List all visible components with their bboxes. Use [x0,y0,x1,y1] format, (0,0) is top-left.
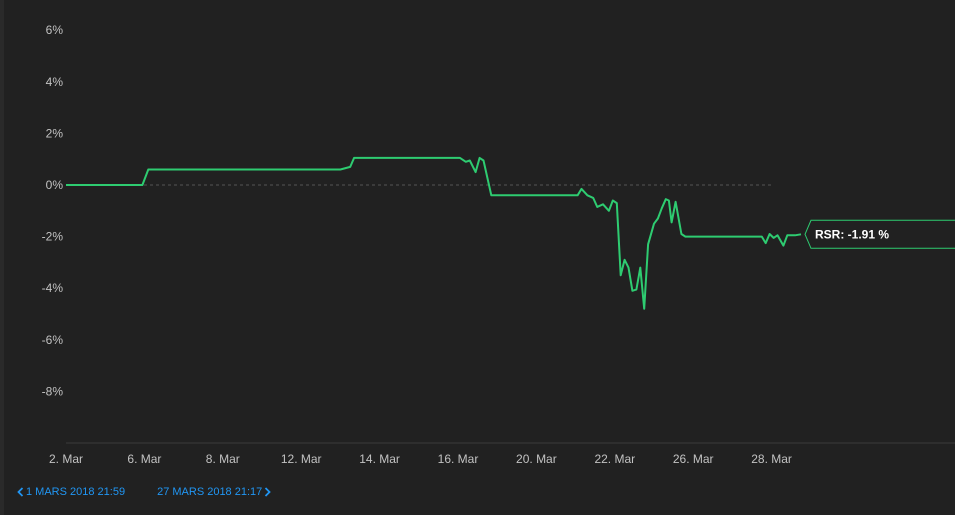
x-tick-label: 6. Mar [127,452,161,466]
date-range-bar: 1 MARS 2018 21:59 27 MARS 2018 21:17 [16,485,272,499]
y-tick-label: 6% [46,23,64,37]
range-start-label: 1 MARS 2018 21:59 [26,486,126,498]
x-tick-label: 22. Mar [594,452,635,466]
y-axis: 6% 4% 2% 0% -2% -4% -6% -8% [42,23,64,398]
y-tick-label: -8% [42,384,64,398]
x-tick-label: 2. Mar [49,452,83,466]
x-axis: 2. Mar 6. Mar 8. Mar 12. Mar 14. Mar 16. Mar 2… [49,452,792,466]
series-line [66,156,802,310]
series-layer [66,156,802,310]
range-end-label: 27 MARS 2018 21:17 [157,486,263,498]
value-label-text: RSR: -1.91 % [815,227,889,241]
y-tick-label: 0% [46,178,64,192]
y-tick-label: -6% [42,333,64,347]
line-chart: 6% 4% 2% 0% -2% -4% -6% -8% 2. Mar 6. Mar 8. Mar 1… [42,23,955,466]
x-tick-label: 20. Mar [516,452,557,466]
x-tick-label: 12. Mar [281,452,322,466]
chevron-left-icon [17,487,24,497]
value-label: RSR: -1.91 % [804,219,955,249]
chevron-right-icon [265,487,272,497]
x-tick-label: 28. Mar [751,452,792,466]
y-tick-label: -2% [42,230,64,244]
y-tick-label: 4% [46,75,64,89]
x-tick-label: 26. Mar [673,452,714,466]
range-end-link[interactable]: 27 MARS 2018 21:17 [157,486,272,498]
y-tick-label: -4% [42,281,64,295]
x-tick-label: 16. Mar [438,452,479,466]
x-tick-label: 14. Mar [359,452,400,466]
x-tick-label: 8. Mar [206,452,240,466]
range-start-link[interactable]: 1 MARS 2018 21:59 [16,486,125,498]
y-tick-label: 2% [46,126,64,140]
